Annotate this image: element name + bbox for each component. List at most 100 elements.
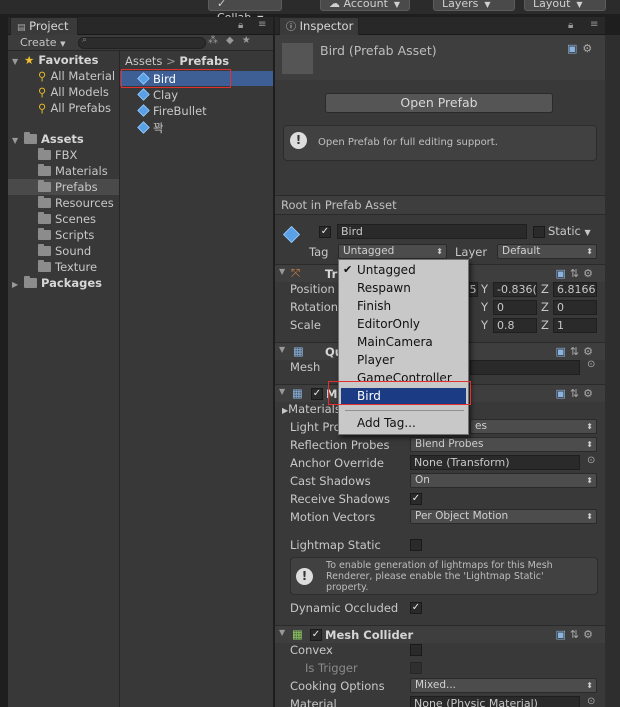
cooking-options-dropdown[interactable]: Mixed... ⬍: [410, 678, 597, 693]
favorite-label: All Models: [50, 85, 109, 99]
tag-menu-item[interactable]: Untagged: [357, 263, 416, 277]
tree-folder[interactable]: Materials: [38, 164, 108, 178]
layers-button[interactable]: Layers ▼: [433, 0, 515, 11]
tag-menu-item[interactable]: Player: [357, 353, 394, 367]
object-picker-icon[interactable]: ⊙: [587, 696, 595, 707]
reflection-probes-dropdown[interactable]: Blend Probes ⬍: [410, 437, 597, 452]
gear-icon[interactable]: ⚙: [583, 387, 597, 400]
highlight-box: [121, 69, 231, 88]
tree-folder[interactable]: Sound: [38, 244, 91, 258]
layer-dropdown[interactable]: Default ⬍: [497, 244, 597, 259]
tab-project[interactable]: ▤ Project: [10, 17, 78, 35]
tag-menu-item[interactable]: MainCamera: [357, 335, 433, 349]
tab-inspector[interactable]: ⓘ Inspector: [279, 17, 359, 35]
filter-type-icon[interactable]: ⁂: [208, 35, 226, 46]
motion-vectors-label: Motion Vectors: [290, 510, 376, 524]
gear-icon[interactable]: ⚙: [583, 267, 597, 280]
inspector-scrollbar[interactable]: [605, 35, 620, 707]
tag-menu-item[interactable]: EditorOnly: [357, 317, 420, 331]
gear-icon[interactable]: ⚙: [583, 345, 597, 358]
help-icon[interactable]: ▣: [567, 42, 582, 55]
help-icon[interactable]: ▣: [556, 345, 570, 358]
info-text-line: property.: [326, 582, 369, 593]
position-y-field[interactable]: -0.836(: [493, 282, 537, 297]
tree-folder[interactable]: FBX: [38, 148, 77, 162]
favorite-label: All Prefabs: [50, 101, 112, 115]
mesh-label: Mesh: [290, 360, 321, 374]
name-field[interactable]: Bird: [337, 224, 527, 239]
dynamic-occluded-checkbox[interactable]: ✓: [410, 602, 422, 614]
file-item[interactable]: 꽉: [137, 120, 164, 136]
anchor-override-field[interactable]: None (Transform): [410, 455, 580, 470]
receive-shadows-checkbox[interactable]: ✓: [410, 493, 422, 505]
lock-icon[interactable]: 🔒︎: [238, 20, 243, 31]
lightmap-static-checkbox[interactable]: [410, 539, 422, 551]
scale-z-field[interactable]: 1: [553, 318, 597, 333]
mesh-field[interactable]: [470, 360, 580, 375]
tag-menu-item[interactable]: Finish: [357, 299, 391, 313]
is-trigger-checkbox[interactable]: [410, 662, 422, 674]
tree-assets[interactable]: ▼ Assets: [12, 132, 84, 146]
label-icon[interactable]: ◆: [226, 35, 242, 46]
static-dropdown[interactable]: Static ▼: [548, 224, 591, 238]
file-item[interactable]: FireBullet: [137, 104, 207, 118]
tree-folder[interactable]: Prefabs: [38, 180, 98, 194]
preset-icon[interactable]: ⇅: [570, 387, 583, 400]
mesh-collider-header[interactable]: ▼ ▦ ✓ Mesh Collider ▣⇅⚙: [275, 625, 605, 643]
help-icon[interactable]: ▣: [556, 387, 570, 400]
account-button[interactable]: ☁ Account ▼: [320, 0, 410, 11]
info-box: ! Open Prefab for full editing support.: [283, 125, 597, 161]
material-field[interactable]: None (Physic Material): [410, 696, 580, 707]
light-probes-dropdown[interactable]: es ⬍: [470, 419, 597, 434]
layout-button[interactable]: Layout ▼: [524, 0, 606, 11]
add-tag-item[interactable]: Add Tag...: [357, 416, 416, 430]
position-z-field[interactable]: 6.8166: [553, 282, 597, 297]
favorite-item[interactable]: ⚲ All Models: [38, 85, 109, 99]
menu-icon[interactable]: ≡: [258, 19, 266, 30]
tag-menu-item[interactable]: Respawn: [357, 281, 411, 295]
tree-folder[interactable]: Scripts: [38, 228, 94, 242]
help-icon[interactable]: ▣: [556, 628, 570, 641]
help-icon[interactable]: ▣: [556, 267, 570, 280]
rotation-y-field[interactable]: 0: [493, 300, 537, 315]
enabled-checkbox[interactable]: ✓: [310, 629, 322, 641]
preset-icon[interactable]: ⇅: [570, 267, 583, 280]
preset-icon[interactable]: ⇅: [570, 345, 583, 358]
lock-icon[interactable]: 🔒︎: [568, 20, 573, 31]
create-button[interactable]: Create ▼: [20, 36, 65, 49]
cloud-check-icon: ✓: [217, 0, 227, 10]
tree-folder[interactable]: Texture: [38, 260, 97, 274]
tree-folder[interactable]: Scenes: [38, 212, 96, 226]
tree-packages[interactable]: ▶ Packages: [12, 276, 102, 290]
menu-icon[interactable]: ≡: [590, 19, 598, 30]
cooking-options-value: Mixed...: [415, 679, 457, 691]
motion-vectors-dropdown[interactable]: Per Object Motion ⬍: [410, 509, 597, 524]
scale-label: Scale: [290, 318, 321, 332]
gear-icon[interactable]: ⚙: [582, 42, 597, 55]
convex-checkbox[interactable]: [410, 644, 422, 656]
folder-label: Prefabs: [55, 180, 98, 194]
breadcrumb-item[interactable]: Assets: [125, 54, 162, 68]
search-input[interactable]: ⌕: [78, 35, 206, 49]
active-checkbox[interactable]: ✓: [319, 226, 331, 238]
static-checkbox[interactable]: [533, 226, 545, 238]
tag-dropdown[interactable]: Untagged ⬍: [338, 244, 447, 259]
cast-shadows-dropdown[interactable]: On ⬍: [410, 473, 597, 488]
favorite-item[interactable]: ⚲ All Prefabs: [38, 101, 111, 115]
scale-y-field[interactable]: 0.8: [493, 318, 537, 333]
open-prefab-button[interactable]: Open Prefab: [325, 93, 553, 113]
enabled-checkbox[interactable]: ✓: [311, 388, 323, 400]
updown-arrow-icon: ⬍: [586, 422, 593, 431]
favorite-item[interactable]: ⚲ All Material: [38, 69, 115, 83]
breadcrumb-item[interactable]: Prefabs: [179, 54, 229, 68]
rotation-z-field[interactable]: 0: [553, 300, 597, 315]
object-picker-icon[interactable]: ⊙: [587, 359, 595, 370]
preset-icon[interactable]: ⇅: [570, 628, 583, 641]
gear-icon[interactable]: ⚙: [583, 628, 597, 641]
tree-favorites[interactable]: ▼ ★ Favorites: [12, 53, 98, 67]
collab-button[interactable]: ✓ Collab▼: [208, 0, 282, 24]
object-picker-icon[interactable]: ⊙: [587, 455, 595, 466]
file-item[interactable]: Clay: [137, 88, 178, 102]
tree-folder[interactable]: Resources: [38, 196, 114, 210]
star-icon[interactable]: ★: [242, 35, 259, 46]
